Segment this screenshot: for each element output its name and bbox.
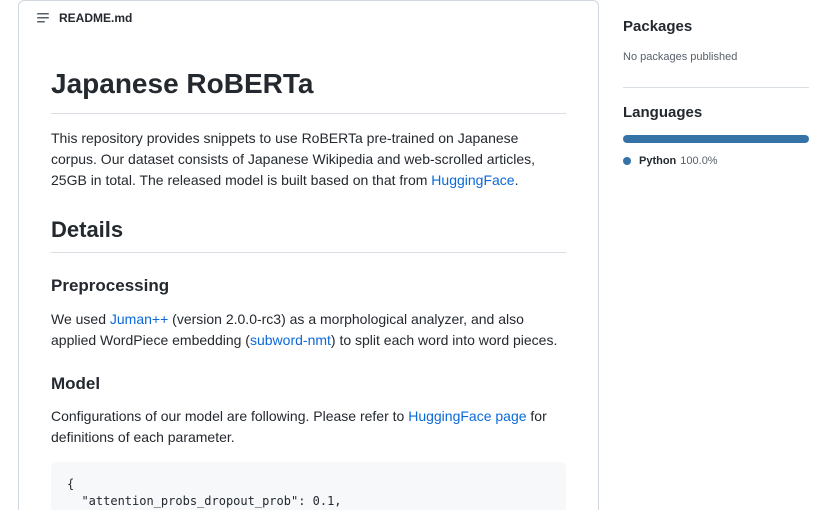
language-dot-icon	[623, 157, 631, 165]
language-item[interactable]: Python 100.0%	[623, 153, 809, 170]
intro-tail: .	[515, 172, 519, 188]
readme-panel: README.md Japanese RoBERTa This reposito…	[18, 0, 599, 510]
preprocessing-paragraph: We used Juman++ (version 2.0.0-rc3) as a…	[51, 309, 566, 351]
preproc-text-1: We used	[51, 311, 110, 327]
intro-paragraph: This repository provides snippets to use…	[51, 128, 566, 191]
packages-empty-text: No packages published	[623, 49, 809, 66]
model-text-1: Configurations of our model are followin…	[51, 408, 408, 424]
page-title: Japanese RoBERTa	[51, 63, 566, 114]
subword-nmt-link[interactable]: subword-nmt	[250, 332, 331, 348]
huggingface-page-link[interactable]: HuggingFace page	[408, 408, 526, 424]
details-heading: Details	[51, 213, 566, 253]
readme-body: Japanese RoBERTa This repository provide…	[19, 35, 598, 510]
model-heading: Model	[51, 371, 566, 397]
packages-title: Packages	[623, 16, 809, 39]
config-codeblock: { "attention_probs_dropout_prob": 0.1, "…	[51, 462, 566, 510]
readme-header: README.md	[19, 1, 598, 35]
languages-title: Languages	[623, 102, 809, 125]
languages-bar[interactable]	[623, 135, 809, 143]
packages-section: Packages No packages published	[623, 0, 809, 65]
preproc-text-3: ) to split each word into word pieces.	[331, 332, 557, 348]
language-name: Python	[639, 153, 676, 170]
readme-filename[interactable]: README.md	[59, 9, 132, 27]
huggingface-link[interactable]: HuggingFace	[431, 172, 514, 188]
jumanpp-link[interactable]: Juman++	[110, 311, 168, 327]
preprocessing-heading: Preprocessing	[51, 273, 566, 299]
model-paragraph: Configurations of our model are followin…	[51, 406, 566, 448]
language-percent: 100.0%	[680, 153, 717, 170]
list-icon[interactable]	[35, 10, 51, 26]
languages-section: Languages Python 100.0%	[623, 87, 809, 169]
sidebar: Packages No packages published Languages…	[615, 0, 825, 510]
